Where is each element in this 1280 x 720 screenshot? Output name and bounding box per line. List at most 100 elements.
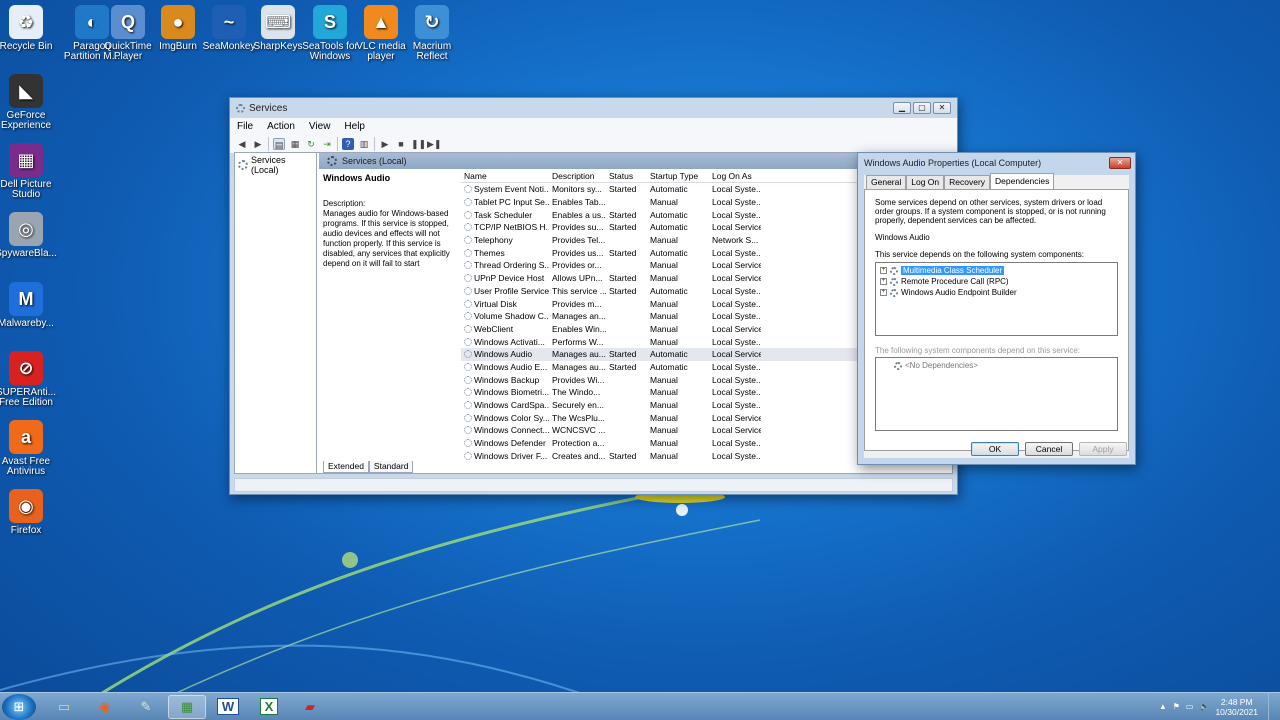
refresh-icon[interactable]: ↻ [305, 138, 317, 150]
service-gear-icon [464, 388, 472, 397]
export-icon[interactable]: ⇥ [321, 138, 333, 150]
close-button[interactable]: ✕ [933, 102, 951, 114]
service-log-on-as: Local Syste... [712, 209, 761, 220]
desktop-icon[interactable]: ◉ Firefox [0, 489, 62, 536]
service-status: Started [609, 450, 637, 461]
depends-on-tree[interactable]: + Multimedia Class Scheduler + Remote Pr… [875, 262, 1118, 336]
dependent-item: <No Dependencies> [880, 360, 1113, 371]
tab-log-on[interactable]: Log On [906, 175, 945, 189]
service-description: Monitors sy... [552, 184, 602, 195]
show-hidden-icons-icon[interactable]: ▲ [1159, 702, 1167, 711]
taskbar-app-button[interactable]: W [209, 695, 247, 719]
menu-help[interactable]: Help [337, 121, 372, 132]
dependency-item[interactable]: + Multimedia Class Scheduler [880, 265, 1113, 276]
expand-icon[interactable]: + [880, 278, 887, 285]
console-tree: Services (Local) [235, 153, 317, 473]
desktop-icon[interactable]: ♻ Recycle Bin [0, 5, 62, 52]
taskbar-app-button[interactable]: ▰ [291, 695, 329, 719]
service-log-on-as: Local Syste... [712, 450, 761, 461]
menu-action[interactable]: Action [260, 121, 302, 132]
macrium-icon: ↻ [415, 5, 449, 39]
service-description: Provides su... [552, 222, 604, 233]
column-header-name[interactable]: Name [461, 171, 549, 181]
tab-standard[interactable]: Standard [368, 461, 414, 473]
show-desktop-button[interactable] [1268, 693, 1280, 720]
desktop-icon[interactable]: ▦ Dell Picture Studio [0, 143, 62, 200]
desktop-icon[interactable]: ⊘ SUPERAnti... Free Edition [0, 351, 62, 408]
desktop-icon[interactable]: a Avast Free Antivirus [0, 420, 62, 477]
back-icon[interactable]: ◀ [236, 138, 248, 150]
network-icon[interactable]: ▭ [1186, 702, 1194, 711]
dependency-item[interactable]: + Remote Procedure Call (RPC) [880, 276, 1113, 287]
service-log-on-as: Local Service [712, 222, 761, 233]
tab-dependencies[interactable]: Dependencies [990, 173, 1055, 189]
service-gear-icon [464, 236, 472, 245]
desktop-icon[interactable]: ↻ Macrium Reflect [396, 5, 468, 62]
console-tree-icon[interactable]: ▥ [358, 138, 370, 150]
service-gear-icon [464, 261, 472, 270]
desktop-icon[interactable]: ◣ GeForce Experience [0, 74, 62, 131]
service-name: Windows Audio [461, 349, 549, 359]
service-description: Creates and... [552, 450, 606, 461]
service-description: Protection a... [552, 438, 605, 449]
menu-view[interactable]: View [302, 121, 338, 132]
taskbar: ⊞ ▭ ◉ ✎ ▦ W X ▰ ▲ ⚑ ▭ 🔈 2:48 PM 10/30/2021 [0, 692, 1280, 720]
desktop-icon[interactable]: M Malwareby... [0, 282, 62, 329]
menu-file[interactable]: File [230, 121, 260, 132]
ok-button[interactable]: OK [971, 442, 1019, 456]
stop-service-icon[interactable]: ■ [395, 138, 407, 150]
cancel-button[interactable]: Cancel [1025, 442, 1073, 456]
show-tree-icon[interactable]: ▤ [273, 137, 285, 150]
minimize-button[interactable]: ▁ [893, 102, 911, 114]
taskbar-app-button[interactable]: ▭ [45, 695, 83, 719]
dialog-close-button[interactable]: ✕ [1109, 157, 1131, 169]
column-header-description[interactable]: Description [549, 171, 606, 181]
dependency-item[interactable]: + Windows Audio Endpoint Builder [880, 287, 1113, 298]
service-startup-type: Automatic [650, 361, 688, 372]
statusbar [234, 478, 953, 492]
flag-icon[interactable]: ⚑ [1173, 702, 1180, 711]
column-header-startup-type[interactable]: Startup Type [647, 171, 709, 181]
tab-extended[interactable]: Extended [323, 461, 369, 473]
desktop-icon[interactable]: ◎ SpywareBla... [0, 212, 62, 259]
tree-item-services-local[interactable]: Services (Local) [238, 155, 313, 175]
service-name: Telephony [461, 235, 549, 245]
service-startup-type: Manual [650, 197, 678, 208]
expand-icon[interactable]: + [880, 289, 887, 296]
tab-general[interactable]: General [866, 175, 907, 189]
dell-picture-icon: ▦ [9, 143, 43, 177]
column-header-log-on-as[interactable]: Log On As [709, 171, 761, 181]
expand-icon[interactable]: + [880, 267, 887, 274]
forward-icon[interactable]: ▶ [252, 138, 264, 150]
taskbar-app-button[interactable]: ✎ [127, 695, 165, 719]
dependents-tree[interactable]: <No Dependencies> [875, 357, 1118, 431]
service-description: Manages an... [552, 311, 606, 322]
service-description: Provides us... [552, 247, 604, 258]
maximize-button[interactable]: ▢ [913, 102, 931, 114]
taskbar-app-button[interactable]: X [250, 695, 288, 719]
apply-button[interactable]: Apply [1079, 442, 1127, 456]
service-status: Started [609, 273, 637, 284]
properties-dialog[interactable]: Windows Audio Properties (Local Computer… [857, 152, 1136, 465]
restart-service-icon[interactable]: ▶❚ [427, 138, 441, 150]
services-titlebar[interactable]: Services ▁ ▢ ✕ [230, 98, 957, 118]
pause-service-icon[interactable]: ❚❚ [411, 138, 426, 150]
clock[interactable]: 2:48 PM 10/30/2021 [1215, 697, 1258, 717]
properties-icon[interactable]: ▦ [289, 138, 301, 150]
column-header-status[interactable]: Status [606, 171, 647, 181]
volume-icon[interactable]: 🔈 [1199, 702, 1209, 711]
service-startup-type: Manual [650, 438, 678, 449]
taskbar-app-button[interactable]: ◉ [86, 695, 124, 719]
service-name-text: Windows Backup [474, 374, 540, 385]
start-button[interactable]: ⊞ [2, 693, 36, 720]
service-description: Enables Tab... [552, 197, 606, 208]
service-startup-type: Manual [650, 450, 678, 461]
dialog-titlebar[interactable]: Windows Audio Properties (Local Computer… [858, 153, 1135, 173]
help-icon[interactable]: ? [342, 137, 354, 150]
service-log-on-as: Network S... [712, 235, 759, 246]
tab-recovery[interactable]: Recovery [944, 175, 991, 189]
service-description: Securely en... [552, 400, 604, 411]
start-service-icon[interactable]: ▶ [379, 138, 391, 150]
services-window[interactable]: Services ▁ ▢ ✕ File Action View Help ◀ ▶… [229, 97, 958, 495]
taskbar-app-button[interactable]: ▦ [168, 694, 206, 719]
